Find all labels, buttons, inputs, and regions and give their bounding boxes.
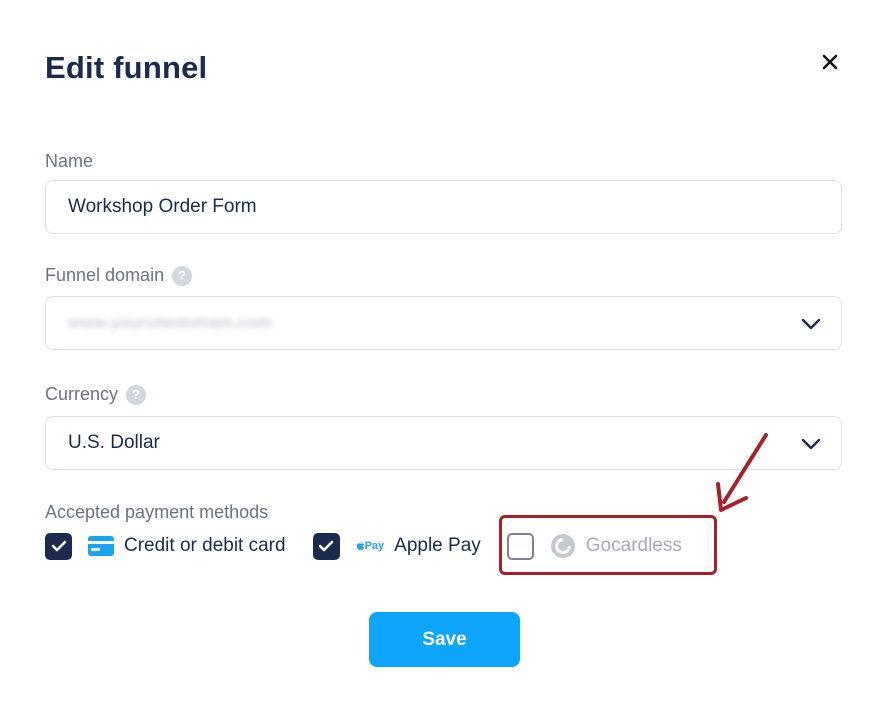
name-input[interactable]: Workshop Order Form [45,180,842,234]
chevron-down-icon [801,438,821,450]
checkbox-checked[interactable] [45,532,72,560]
funnel-domain-value: www.yoursitedomain.com [68,313,272,332]
close-icon [822,54,838,70]
funnel-domain-select[interactable]: www.yoursitedomain.com [45,296,842,350]
apple-pay-icon: Pay [356,540,385,552]
apple-logo-icon [356,541,364,550]
name-label: Name [45,151,93,172]
save-button[interactable]: Save [369,612,520,667]
payment-option-label: Credit or debit card [124,535,286,556]
annotation-highlight-box [499,515,717,575]
checkmark-icon [318,540,334,552]
funnel-domain-label-text: Funnel domain [45,265,165,285]
annotation-arrow-icon [716,433,768,512]
payment-methods-label-text: Accepted payment methods [45,502,269,522]
currency-value: U.S. Dollar [68,432,160,453]
modal-title: Edit funnel [45,50,208,85]
edit-funnel-modal: Edit funnel Name Workshop Order Form Fun… [0,0,889,715]
funnel-domain-label: Funnel domain ? [45,265,193,286]
name-label-text: Name [45,151,94,171]
checkmark-icon [51,540,66,552]
payment-option-apple-pay[interactable]: Pay Apple Pay [312,532,481,560]
credit-card-icon [88,536,114,556]
close-button[interactable] [818,50,842,74]
chevron-down-icon [801,318,821,330]
payment-option-label: Apple Pay [394,535,481,556]
name-input-value: Workshop Order Form [68,196,257,217]
help-icon[interactable]: ? [172,265,193,286]
currency-label: Currency ? [45,384,147,405]
checkbox-checked[interactable] [312,532,340,560]
apple-pay-icon-text: Pay [364,540,385,552]
payment-methods-label: Accepted payment methods [45,502,268,523]
payment-option-card[interactable]: Credit or debit card [45,532,286,560]
help-icon[interactable]: ? [126,384,147,405]
currency-label-text: Currency [45,384,119,404]
